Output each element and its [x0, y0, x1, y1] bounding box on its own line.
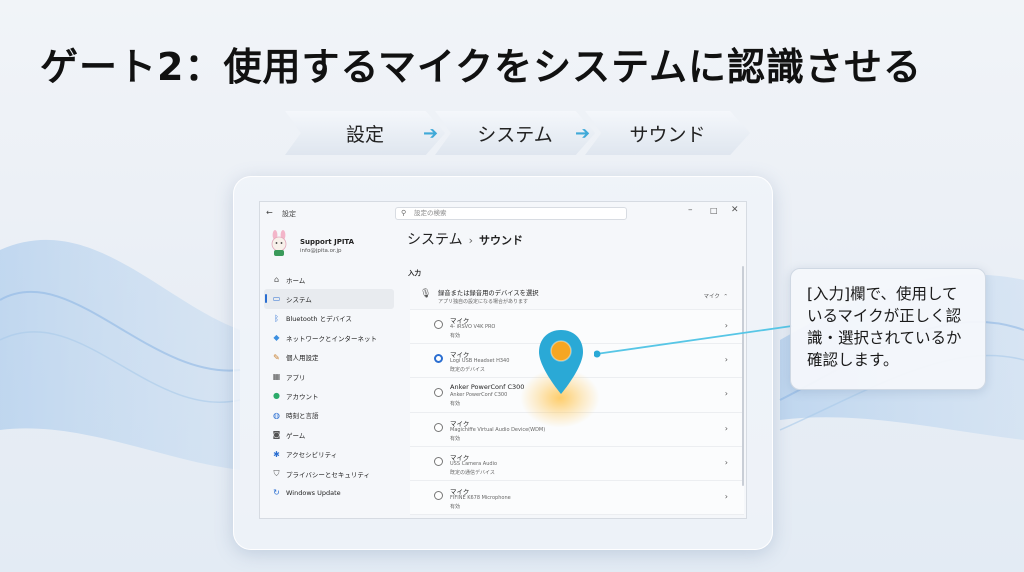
update-icon: ↻: [273, 488, 280, 498]
sidebar-item-label: システム: [286, 296, 312, 305]
search-placeholder: 設定の検索: [414, 209, 447, 217]
breadcrumb-parent[interactable]: システム: [407, 232, 463, 248]
location-pin-icon: [539, 330, 583, 394]
account-icon: ●: [273, 391, 280, 401]
sidebar-item-gamepad[interactable]: ◙ ゲーム: [264, 425, 394, 444]
sidebar-item-label: Windows Update: [286, 488, 341, 497]
chevron-right-icon: ›: [724, 423, 728, 433]
flow-step-sound: サウンド: [585, 111, 750, 155]
device-radio[interactable]: [434, 422, 443, 432]
sidebar-item-label: 時刻と言語: [286, 412, 319, 421]
sidebar-item-apps[interactable]: ▦ アプリ: [264, 367, 394, 386]
sidebar-item-network[interactable]: ◆ ネットワークとインターネット: [264, 328, 394, 347]
home-icon: ⌂: [273, 275, 280, 284]
apps-icon: ▦: [272, 371, 281, 381]
maximize-icon[interactable]: □: [710, 206, 718, 215]
back-arrow-icon[interactable]: ←: [266, 208, 273, 217]
device-model: FIFINE K678 Microphone: [450, 494, 511, 501]
device-radio[interactable]: [434, 320, 443, 329]
breadcrumb-current: サウンド: [479, 234, 523, 247]
sidebar-item-label: アプリ: [286, 373, 306, 382]
sidebar-item-label: ネットワークとインターネット: [286, 334, 377, 343]
chevron-right-icon: ›: [724, 457, 728, 467]
sidebar-item-label: ホーム: [286, 276, 306, 285]
explanation-callout: [入力]欄で、使用しているマイクが正しく認識・選択されているか確認します。: [790, 268, 986, 390]
brush-icon: ✎: [273, 352, 280, 362]
sidebar-item-system[interactable]: ▭ システム: [264, 289, 394, 309]
sidebar-item-accessibility[interactable]: ✱ アクセシビリティ: [264, 445, 394, 464]
device-radio[interactable]: [434, 490, 443, 500]
scrollbar[interactable]: [742, 266, 744, 486]
device-status: 既定のデバイス: [450, 367, 485, 374]
device-status: 有効: [450, 401, 461, 408]
minimize-icon[interactable]: –: [688, 205, 693, 215]
device-status: 有効: [450, 503, 461, 510]
user-name: Support JPITA: [300, 238, 355, 246]
sidebar-item-label: Bluetooth とデバイス: [286, 315, 352, 324]
device-radio[interactable]: [434, 354, 443, 364]
sidebar-nav: ⌂ ホーム ▭ システム ᛒ Bluetooth とデバイス ◆ ネットワークとインターネット…: [264, 270, 394, 503]
section-label-input: 入力: [408, 269, 421, 277]
chevron-right-icon: ›: [724, 389, 728, 399]
shield-icon: ⛉: [273, 468, 280, 478]
device-model: Anker PowerConf C300: [450, 392, 508, 399]
chevron-right-icon: ›: [724, 491, 728, 501]
sidebar-item-label: 個人用設定: [286, 354, 319, 363]
device-status: 既定の通信デバイス: [450, 469, 495, 476]
device-status: 有効: [450, 333, 461, 339]
avatar: [271, 230, 287, 256]
device-radio[interactable]: [434, 388, 443, 398]
search-icon: ⚲: [401, 209, 407, 217]
device-name: Anker PowerConf C300: [450, 383, 525, 392]
input-device-row[interactable]: マイク USS Camera Audio 既定の通信デバイス ›: [410, 446, 744, 481]
sidebar-item-label: ゲーム: [286, 431, 306, 440]
callout-leader-line: [594, 325, 793, 358]
sidebar-item-label: アカウント: [286, 393, 319, 402]
chevron-up-icon: ⌃: [723, 294, 728, 300]
sidebar-item-update[interactable]: ↻ Windows Update: [264, 483, 394, 502]
network-icon: ◆: [273, 333, 280, 343]
accessibility-icon: ✱: [273, 449, 280, 459]
sidebar-item-globe[interactable]: ◍ 時刻と言語: [264, 406, 394, 425]
input-device-header[interactable]: 🎙︎ 録音または録音用のデバイスを選択 アプリ独自の設定になる場合があります マ…: [410, 280, 744, 310]
slide-title: ゲート2：使用するマイクをシステムに認識させる: [40, 45, 923, 89]
device-status: 有効: [450, 435, 461, 442]
search-input[interactable]: ⚲ 設定の検索: [395, 207, 627, 220]
bluetooth-icon: ᛒ: [274, 313, 279, 323]
device-model: Logi USB Headset H340: [450, 358, 510, 365]
sidebar-item-label: アクセシビリティ: [286, 451, 338, 460]
flow-step-system: システム: [435, 111, 595, 155]
sidebar-item-brush[interactable]: ✎ 個人用設定: [264, 348, 394, 367]
close-icon[interactable]: ✕: [731, 205, 739, 215]
sidebar-item-bluetooth[interactable]: ᛒ Bluetooth とデバイス: [264, 309, 394, 328]
gamepad-icon: ◙: [272, 430, 281, 440]
arrow-right-icon: ➔: [575, 123, 591, 144]
input-header-subtitle: アプリ独自の設定になる場合があります: [438, 299, 529, 305]
device-radio[interactable]: [434, 456, 443, 466]
breadcrumb-separator: ›: [468, 234, 473, 247]
sidebar-item-shield[interactable]: ⛉ プライバシーとセキュリティ: [264, 464, 394, 483]
title-bar: ← 設定 ⚲ 設定の検索 – □ ✕: [260, 202, 746, 224]
microphone-icon: 🎙︎: [420, 289, 432, 299]
page-breadcrumb: システム › サウンド: [407, 229, 523, 249]
user-email: info@jpita.or.jp: [300, 248, 342, 254]
system-icon: ▭: [272, 294, 281, 304]
arrow-right-icon: ➔: [423, 123, 439, 144]
sidebar-item-home[interactable]: ⌂ ホーム: [264, 270, 394, 289]
device-model: USS Camera Audio: [450, 460, 498, 467]
sidebar-item-account[interactable]: ● アカウント: [264, 386, 394, 405]
input-header-title: 録音または録音用のデバイスを選択: [438, 290, 539, 297]
input-header-meta: マイク ⌃: [703, 294, 729, 300]
flow-step-settings: 設定: [285, 111, 445, 155]
device-model: 4- iRSVO V4K PRO: [450, 324, 496, 330]
globe-icon: ◍: [273, 410, 280, 420]
window-title: 設定: [282, 210, 296, 218]
input-device-row[interactable]: マイク FIFINE K678 Microphone 有効 ›: [410, 480, 744, 516]
sidebar-item-label: プライバシーとセキュリティ: [286, 470, 370, 479]
